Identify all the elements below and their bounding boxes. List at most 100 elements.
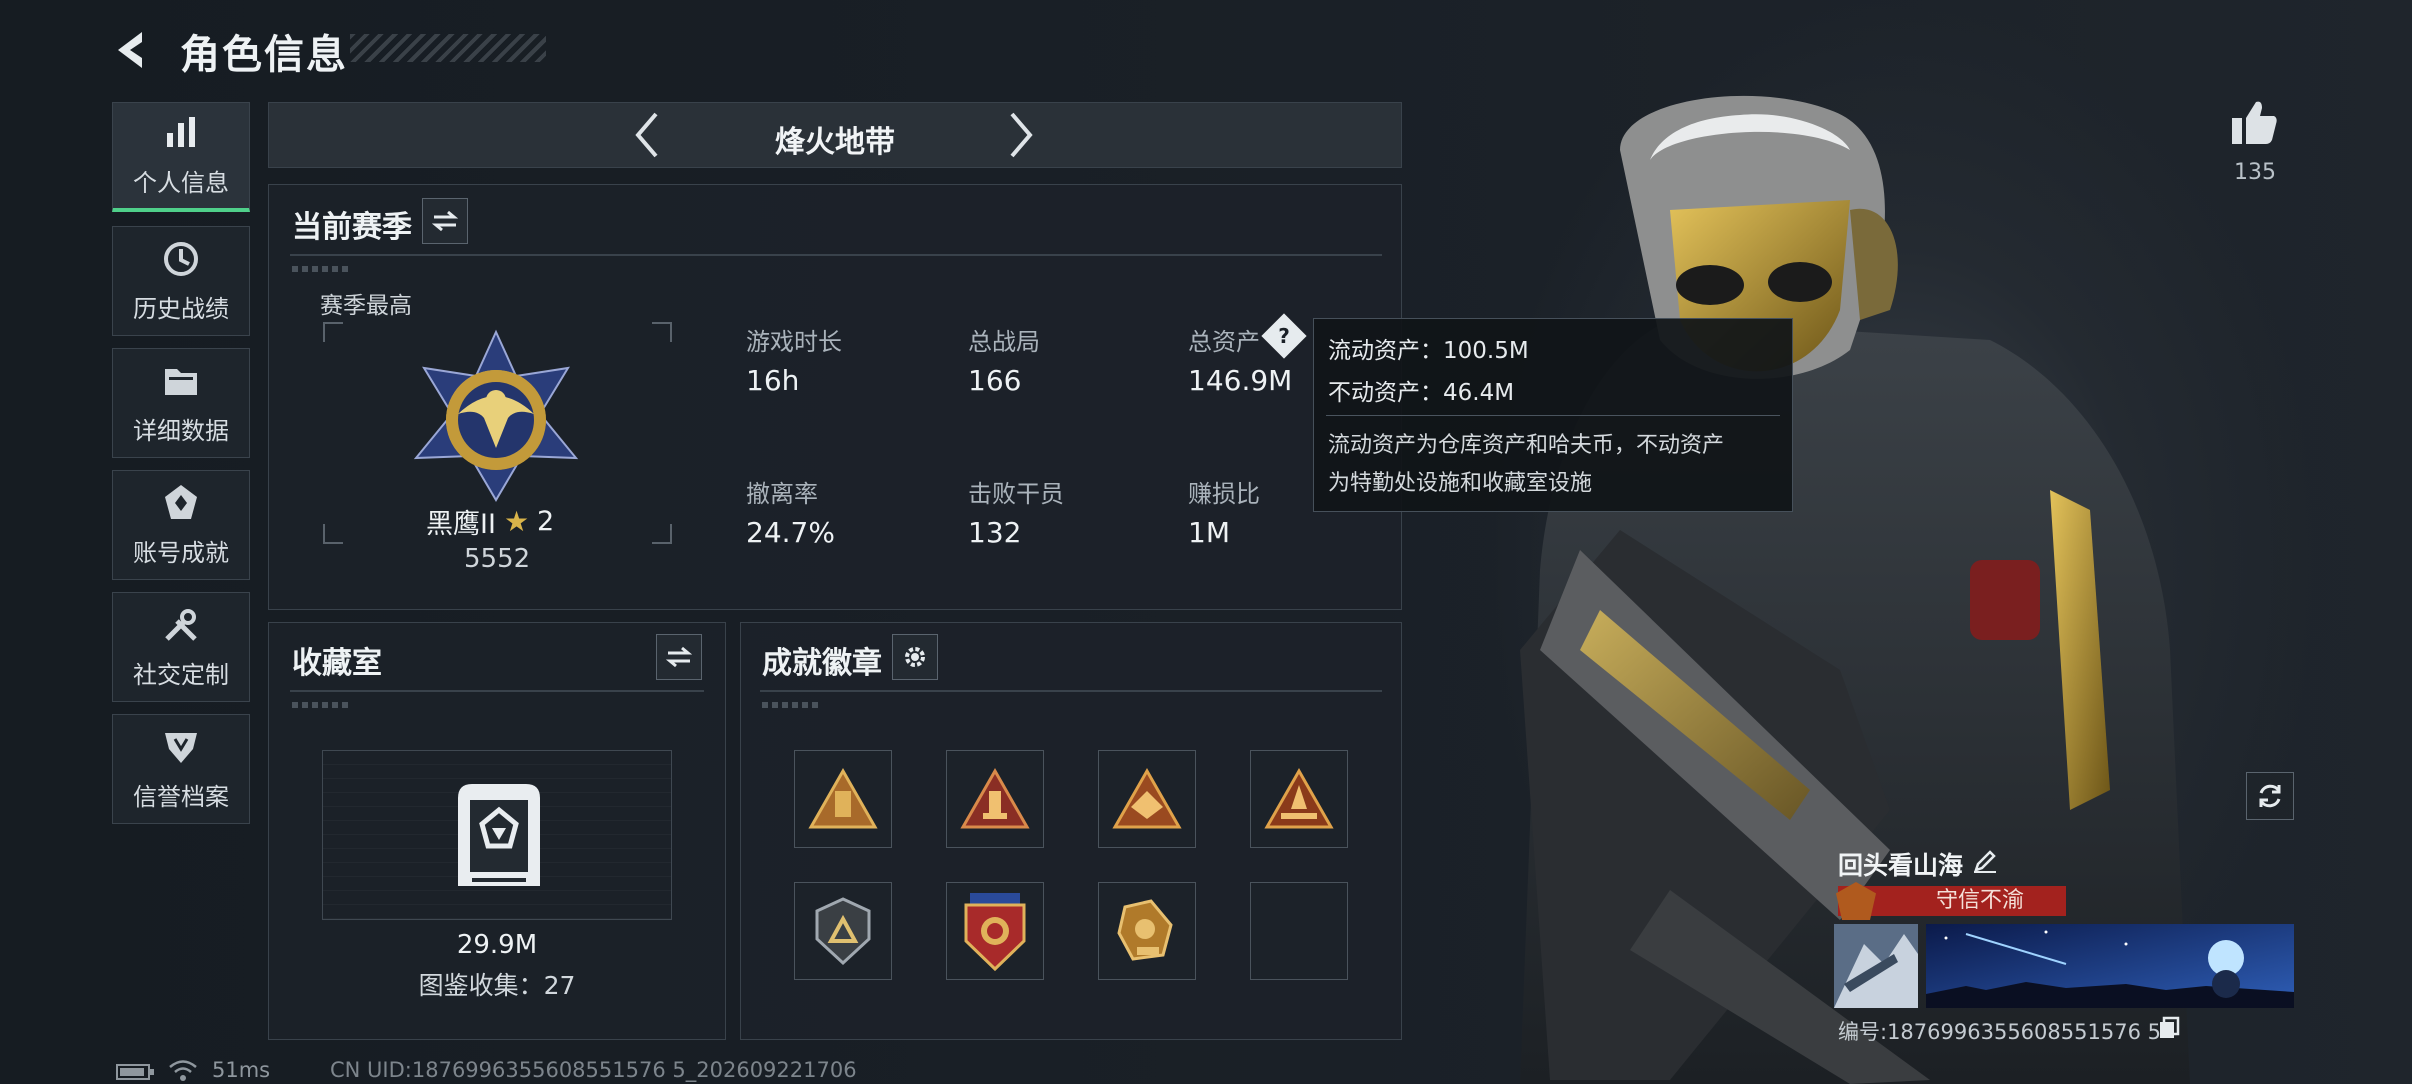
badges-title: 成就徽章 <box>762 646 882 681</box>
stat-label: 总资产 <box>1188 328 1260 356</box>
badge-slot[interactable] <box>794 750 892 848</box>
swap-icon <box>666 646 692 668</box>
tooltip-fixed: 不动资产：46.4M <box>1328 380 1515 406</box>
latency-text: 51ms <box>212 1058 271 1082</box>
collection-title: 收藏室 <box>292 646 382 681</box>
divider <box>290 690 704 692</box>
tooltip-desc-line2: 为特勤处设施和收藏室设施 <box>1328 471 1593 496</box>
divider <box>760 690 1382 692</box>
player-banner[interactable] <box>1926 924 2294 1008</box>
rank-score: 5552 <box>464 544 531 574</box>
badge-slot-empty[interactable] <box>1250 882 1348 980</box>
badge-shield-icon <box>815 897 871 966</box>
help-icon[interactable]: ? <box>1268 320 1300 352</box>
chevron-left-icon[interactable] <box>632 110 662 160</box>
player-name: 回头看山海 <box>1838 851 1964 880</box>
collection-value: 29.9M <box>456 930 538 960</box>
sidebar-item-label: 历史战绩 <box>133 294 229 323</box>
achievement-icon <box>165 484 197 519</box>
badge-triangle-icon <box>808 767 878 829</box>
uid-text: CN UID:1876996355608551576 5_20260922170… <box>330 1058 857 1082</box>
frame-corner <box>323 524 343 544</box>
badge-slot[interactable] <box>1250 750 1348 848</box>
mode-title: 烽火地带 <box>775 125 895 160</box>
bar-chart-icon <box>167 117 195 147</box>
history-icon <box>164 241 198 276</box>
stat-value: 132 <box>968 516 1022 549</box>
badge-triangle-icon <box>960 767 1030 829</box>
player-avatar[interactable] <box>1834 924 1918 1008</box>
battery-icon <box>116 1064 154 1080</box>
sidebar-item-label: 详细数据 <box>133 416 229 445</box>
page-title: 角色信息 <box>180 32 348 78</box>
season-best-label: 赛季最高 <box>320 293 412 319</box>
title-decoration <box>350 34 546 62</box>
star-icon: ★ <box>503 505 530 538</box>
sidebar-item-social[interactable]: 社交定制 <box>112 592 250 702</box>
decoration-dots <box>292 266 352 272</box>
rank-stars: 2 <box>537 506 555 537</box>
swap-icon <box>432 210 458 232</box>
folder-icon <box>165 368 197 395</box>
stat-value: 24.7% <box>746 516 835 549</box>
divider <box>290 254 1382 256</box>
badge-slot[interactable] <box>946 750 1044 848</box>
collection-catalog: 图鉴收集：27 <box>418 971 576 1000</box>
sidebar-item-label: 社交定制 <box>133 660 229 689</box>
frame-corner <box>652 524 672 544</box>
sidebar-item-profile[interactable]: 个人信息 <box>112 102 250 212</box>
season-title: 当前赛季 <box>292 210 412 245</box>
sidebar-item-details[interactable]: 详细数据 <box>112 348 250 458</box>
chevron-right-icon[interactable] <box>1006 110 1036 160</box>
stat-value: 16h <box>746 364 800 397</box>
stat-label: 击败干员 <box>968 480 1064 508</box>
wifi-icon <box>169 1060 197 1081</box>
badge-dogtag-icon <box>1117 899 1173 961</box>
rank-emblem-icon <box>413 329 579 502</box>
frame-corner <box>652 322 672 342</box>
sidebar-item-achievements[interactable]: 账号成就 <box>112 470 250 580</box>
sidebar-item-credit[interactable]: 信誉档案 <box>112 714 250 824</box>
frame-corner <box>323 322 343 342</box>
title-badge-text: 守信不渝 <box>1935 888 2024 913</box>
tools-icon <box>165 608 197 641</box>
stat-label: 游戏时长 <box>746 328 842 356</box>
credit-shield-icon <box>165 732 197 763</box>
collection-switch-button[interactable] <box>656 634 702 680</box>
sidebar-item-label: 个人信息 <box>133 169 229 197</box>
badge-slot[interactable] <box>946 882 1044 980</box>
stat-value: 1M <box>1188 516 1230 549</box>
badge-slot[interactable] <box>1098 882 1196 980</box>
likes-count: 135 <box>2234 160 2276 185</box>
rank-name: 黑鹰II <box>426 509 496 540</box>
badge-slot[interactable] <box>1098 750 1196 848</box>
stat-value: 146.9M <box>1188 364 1293 397</box>
sidebar-item-label: 信誉档案 <box>133 782 229 811</box>
assets-tooltip: 流动资产：100.5M 不动资产：46.4M 流动资产为仓库资产和哈夫币，不动资… <box>1313 318 1793 512</box>
back-arrow-icon[interactable] <box>112 28 156 72</box>
badges-settings-button[interactable] <box>892 634 938 680</box>
thumbs-up-icon[interactable] <box>2230 98 2280 146</box>
tooltip-desc-line1: 流动资产为仓库资产和哈夫币，不动资产 <box>1328 433 1725 458</box>
collection-room-icon <box>458 784 540 886</box>
stat-label: 撤离率 <box>746 480 818 508</box>
tooltip-liquid: 流动资产：100.5M <box>1328 338 1529 364</box>
badge-triangle-icon <box>1112 767 1182 829</box>
decoration-dots <box>762 702 822 708</box>
season-switch-button[interactable] <box>422 198 468 244</box>
stat-value: 166 <box>968 364 1022 397</box>
mode-selector: 烽火地带 <box>268 102 1402 168</box>
rank-name-row: 黑鹰II ★ 2 <box>426 502 554 541</box>
sidebar-item-history[interactable]: 历史战绩 <box>112 226 250 336</box>
stat-label: 赚损比 <box>1188 480 1260 508</box>
rotate-button[interactable] <box>2246 772 2294 820</box>
refresh-icon <box>2259 784 2281 808</box>
stat-label: 总战局 <box>968 328 1040 356</box>
badge-crest-icon <box>964 893 1026 972</box>
copy-icon[interactable] <box>2158 1016 2180 1040</box>
player-id: 编号:1876996355608551576 5 <box>1838 1020 2161 1044</box>
badge-slot[interactable] <box>794 882 892 980</box>
tooltip-divider <box>1326 415 1780 416</box>
edit-icon[interactable] <box>1972 848 1998 874</box>
gear-icon <box>905 647 925 667</box>
